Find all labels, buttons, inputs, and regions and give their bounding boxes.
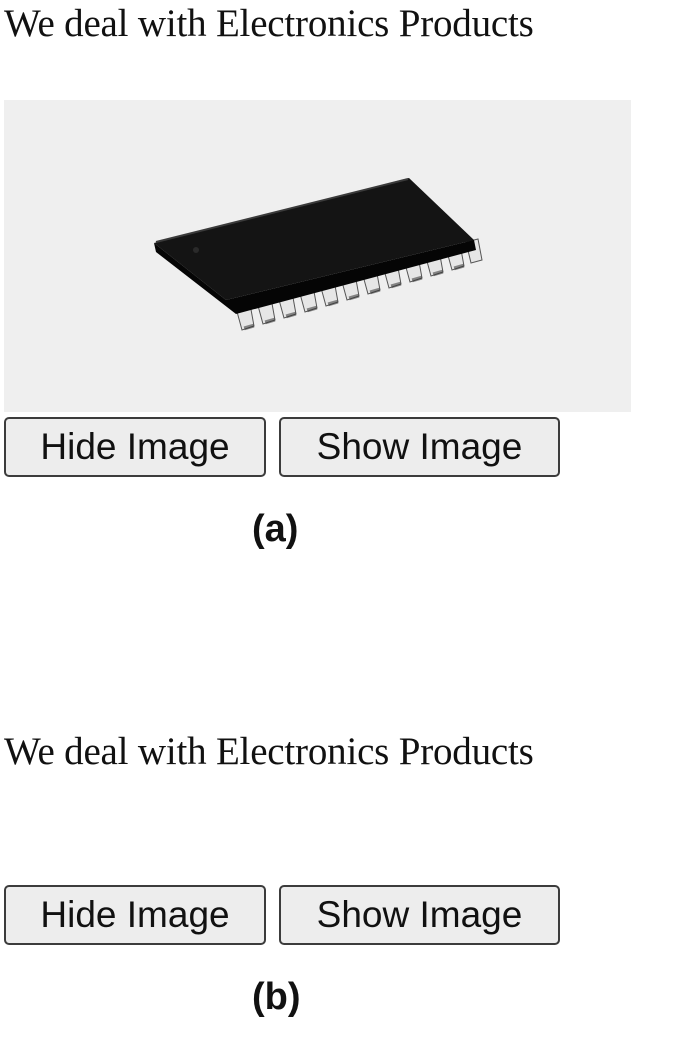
show-image-button[interactable]: Show Image [279,417,560,477]
panel-b: We deal with Electronics Products Hide I… [0,720,700,1039]
page-heading: We deal with Electronics Products [4,2,534,45]
panel-a: We deal with Electronics Products Hide I… [0,0,700,600]
figure-caption: (a) [252,508,299,550]
page-heading: We deal with Electronics Products [4,730,534,773]
product-image [4,100,631,412]
show-image-button[interactable]: Show Image [279,885,560,945]
figure-caption: (b) [252,976,301,1018]
hide-image-button[interactable]: Hide Image [4,885,266,945]
hide-image-button[interactable]: Hide Image [4,417,266,477]
ic-chip-icon [154,178,483,331]
